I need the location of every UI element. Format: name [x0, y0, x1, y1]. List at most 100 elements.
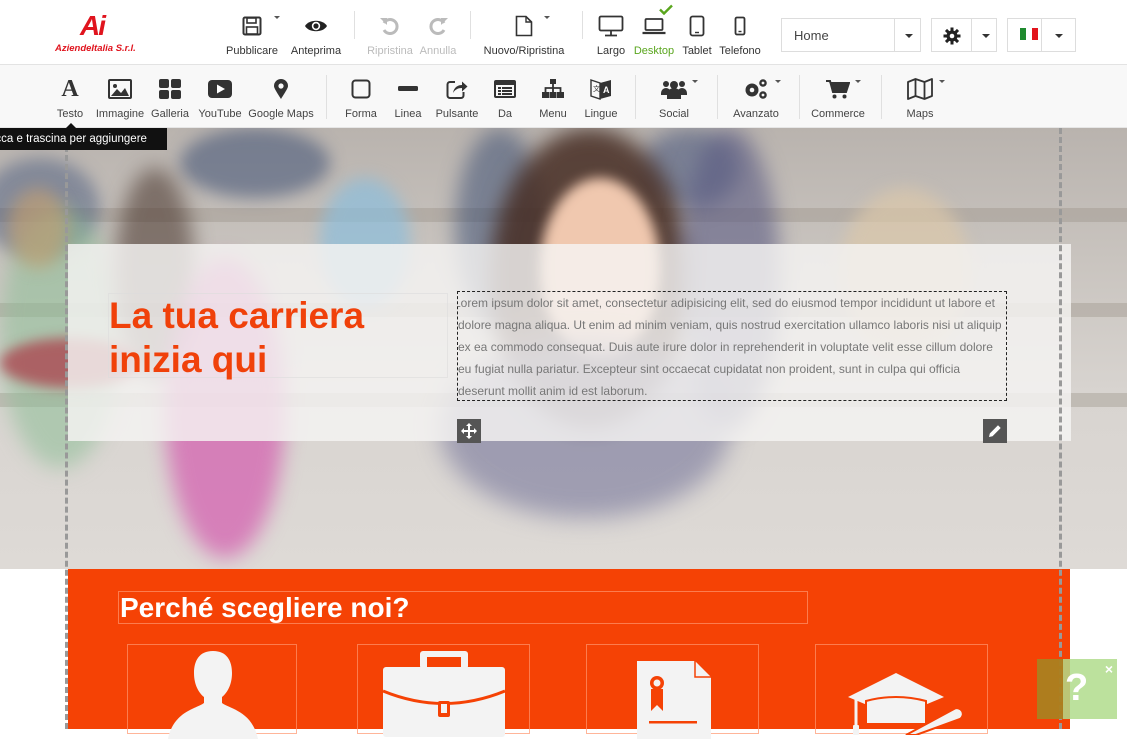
- new-reset-caret-icon: [544, 16, 550, 19]
- divider: [881, 75, 882, 119]
- tablet-icon: [678, 14, 716, 38]
- text-icon: A: [61, 75, 79, 102]
- undo-label: Ripristina: [367, 45, 413, 57]
- device-label: Telefono: [719, 45, 761, 57]
- tool-label: Immagine: [95, 108, 145, 120]
- tool-label: Galleria: [151, 108, 189, 120]
- tool-youtube[interactable]: YouTube: [196, 65, 244, 128]
- language-select[interactable]: [1007, 18, 1076, 52]
- page-select-toggle[interactable]: [894, 19, 920, 51]
- tool-avanzato[interactable]: Avanzato: [728, 65, 784, 128]
- italy-flag-icon: [1020, 28, 1038, 40]
- hero-text-block[interactable]: Lorem ipsum dolor sit amet, consectetur …: [457, 291, 1007, 401]
- redo-button[interactable]: Annulla: [416, 0, 460, 65]
- tool-menu[interactable]: Menu: [532, 65, 574, 128]
- tool-commerce[interactable]: Commerce: [808, 65, 868, 128]
- tool-immagine[interactable]: Immagine: [95, 65, 145, 128]
- chevron-down-icon: [1055, 34, 1063, 38]
- tool-label: Maps: [906, 108, 934, 120]
- move-arrows-icon: [461, 423, 477, 439]
- feature-card[interactable]: [815, 644, 988, 735]
- hero-title[interactable]: La tua carriera inizia qui: [108, 293, 448, 380]
- hero-body-text: Lorem ipsum dolor sit amet, consectetur …: [457, 296, 1002, 398]
- folded-map-icon: [896, 77, 944, 101]
- settings-dropdown[interactable]: [971, 18, 997, 52]
- gallery-grid-icon: [148, 77, 192, 101]
- feature-card[interactable]: [357, 644, 530, 737]
- device-desktop[interactable]: Desktop: [632, 0, 676, 65]
- redo-label: Annulla: [419, 45, 457, 57]
- preview-label: Anteprima: [290, 45, 342, 57]
- device-tablet[interactable]: Tablet: [678, 0, 716, 65]
- new-reset-button[interactable]: Nuovo/Ripristina: [480, 0, 568, 65]
- tool-social[interactable]: Social: [648, 65, 700, 128]
- new-file-icon: [480, 14, 568, 38]
- square-shape-icon: [340, 77, 382, 101]
- divider: [326, 75, 327, 119]
- tool-lingue[interactable]: A文 Lingue: [580, 65, 622, 128]
- tool-linea[interactable]: Linea: [388, 65, 428, 128]
- tool-pulsante[interactable]: Pulsante: [433, 65, 481, 128]
- feature-card[interactable]: [127, 644, 297, 739]
- maps-caret-icon: [939, 80, 945, 83]
- page-select-value: Home: [794, 28, 829, 43]
- settings-button[interactable]: [931, 18, 972, 52]
- top-bar: Ai AziendeItalia S.r.l. Pubblicare Antep…: [0, 0, 1127, 65]
- publish-label: Pubblicare: [226, 45, 278, 57]
- tool-google-maps[interactable]: Google Maps: [247, 65, 315, 128]
- tool-label: Google Maps: [248, 108, 314, 120]
- briefcase-icon: [382, 651, 506, 737]
- tool-label: Forma: [345, 108, 377, 120]
- container-guide-right: [1059, 128, 1062, 729]
- chevron-down-icon: [982, 34, 990, 38]
- edit-button[interactable]: [983, 419, 1007, 443]
- divider: [354, 11, 355, 39]
- tool-label: Linea: [394, 108, 422, 120]
- features-title[interactable]: Perché scegliere noi?: [118, 591, 808, 624]
- divider: [582, 11, 583, 39]
- divider: [635, 75, 636, 119]
- page-select[interactable]: Home: [781, 18, 921, 52]
- publish-button[interactable]: Pubblicare: [222, 0, 282, 65]
- logo-name: AziendeItalia S.r.l.: [55, 43, 136, 54]
- line-icon: [388, 77, 428, 101]
- tool-testo[interactable]: A Testo: [48, 65, 92, 128]
- publish-caret-icon: [274, 16, 280, 19]
- sitemap-icon: [532, 77, 574, 101]
- logo[interactable]: Ai AziendeItalia S.r.l.: [54, 10, 148, 55]
- svg-text:文: 文: [593, 84, 600, 93]
- tool-label: YouTube: [198, 108, 242, 120]
- tool-galleria[interactable]: Galleria: [148, 65, 192, 128]
- gear-icon: [943, 27, 961, 50]
- device-largo[interactable]: Largo: [592, 0, 630, 65]
- floppy-disk-icon: [222, 14, 282, 38]
- settings-dropdown-toggle[interactable]: [972, 19, 998, 51]
- language-select-toggle[interactable]: [1041, 19, 1075, 51]
- person-icon: [168, 651, 258, 739]
- device-phone[interactable]: Telefono: [716, 0, 764, 65]
- undo-button[interactable]: Ripristina: [366, 0, 414, 65]
- commerce-caret-icon: [855, 80, 861, 83]
- tool-da[interactable]: Da: [486, 65, 524, 128]
- divider: [717, 75, 718, 119]
- eye-icon: [288, 14, 344, 38]
- tool-forma[interactable]: Forma: [340, 65, 382, 128]
- divider: [799, 75, 800, 119]
- translate-icon: A文: [580, 77, 622, 101]
- laptop-icon: [632, 14, 676, 38]
- tool-maps[interactable]: Maps: [896, 65, 945, 128]
- move-handle[interactable]: [457, 419, 481, 443]
- preview-button[interactable]: Anteprima: [288, 0, 344, 65]
- question-mark-icon: ?: [1065, 667, 1089, 709]
- tool-label: Lingue: [584, 108, 618, 120]
- svg-text:A: A: [603, 85, 610, 95]
- feature-card[interactable]: [586, 644, 759, 739]
- container-guide-left: [65, 128, 68, 729]
- graduation-cap-icon: [848, 673, 962, 735]
- close-icon[interactable]: ×: [1105, 661, 1113, 677]
- youtube-icon: [196, 77, 244, 101]
- form-icon: [486, 77, 524, 101]
- certificate-icon: [637, 661, 711, 739]
- monitor-icon: [592, 14, 630, 38]
- share-button-icon: [433, 77, 481, 101]
